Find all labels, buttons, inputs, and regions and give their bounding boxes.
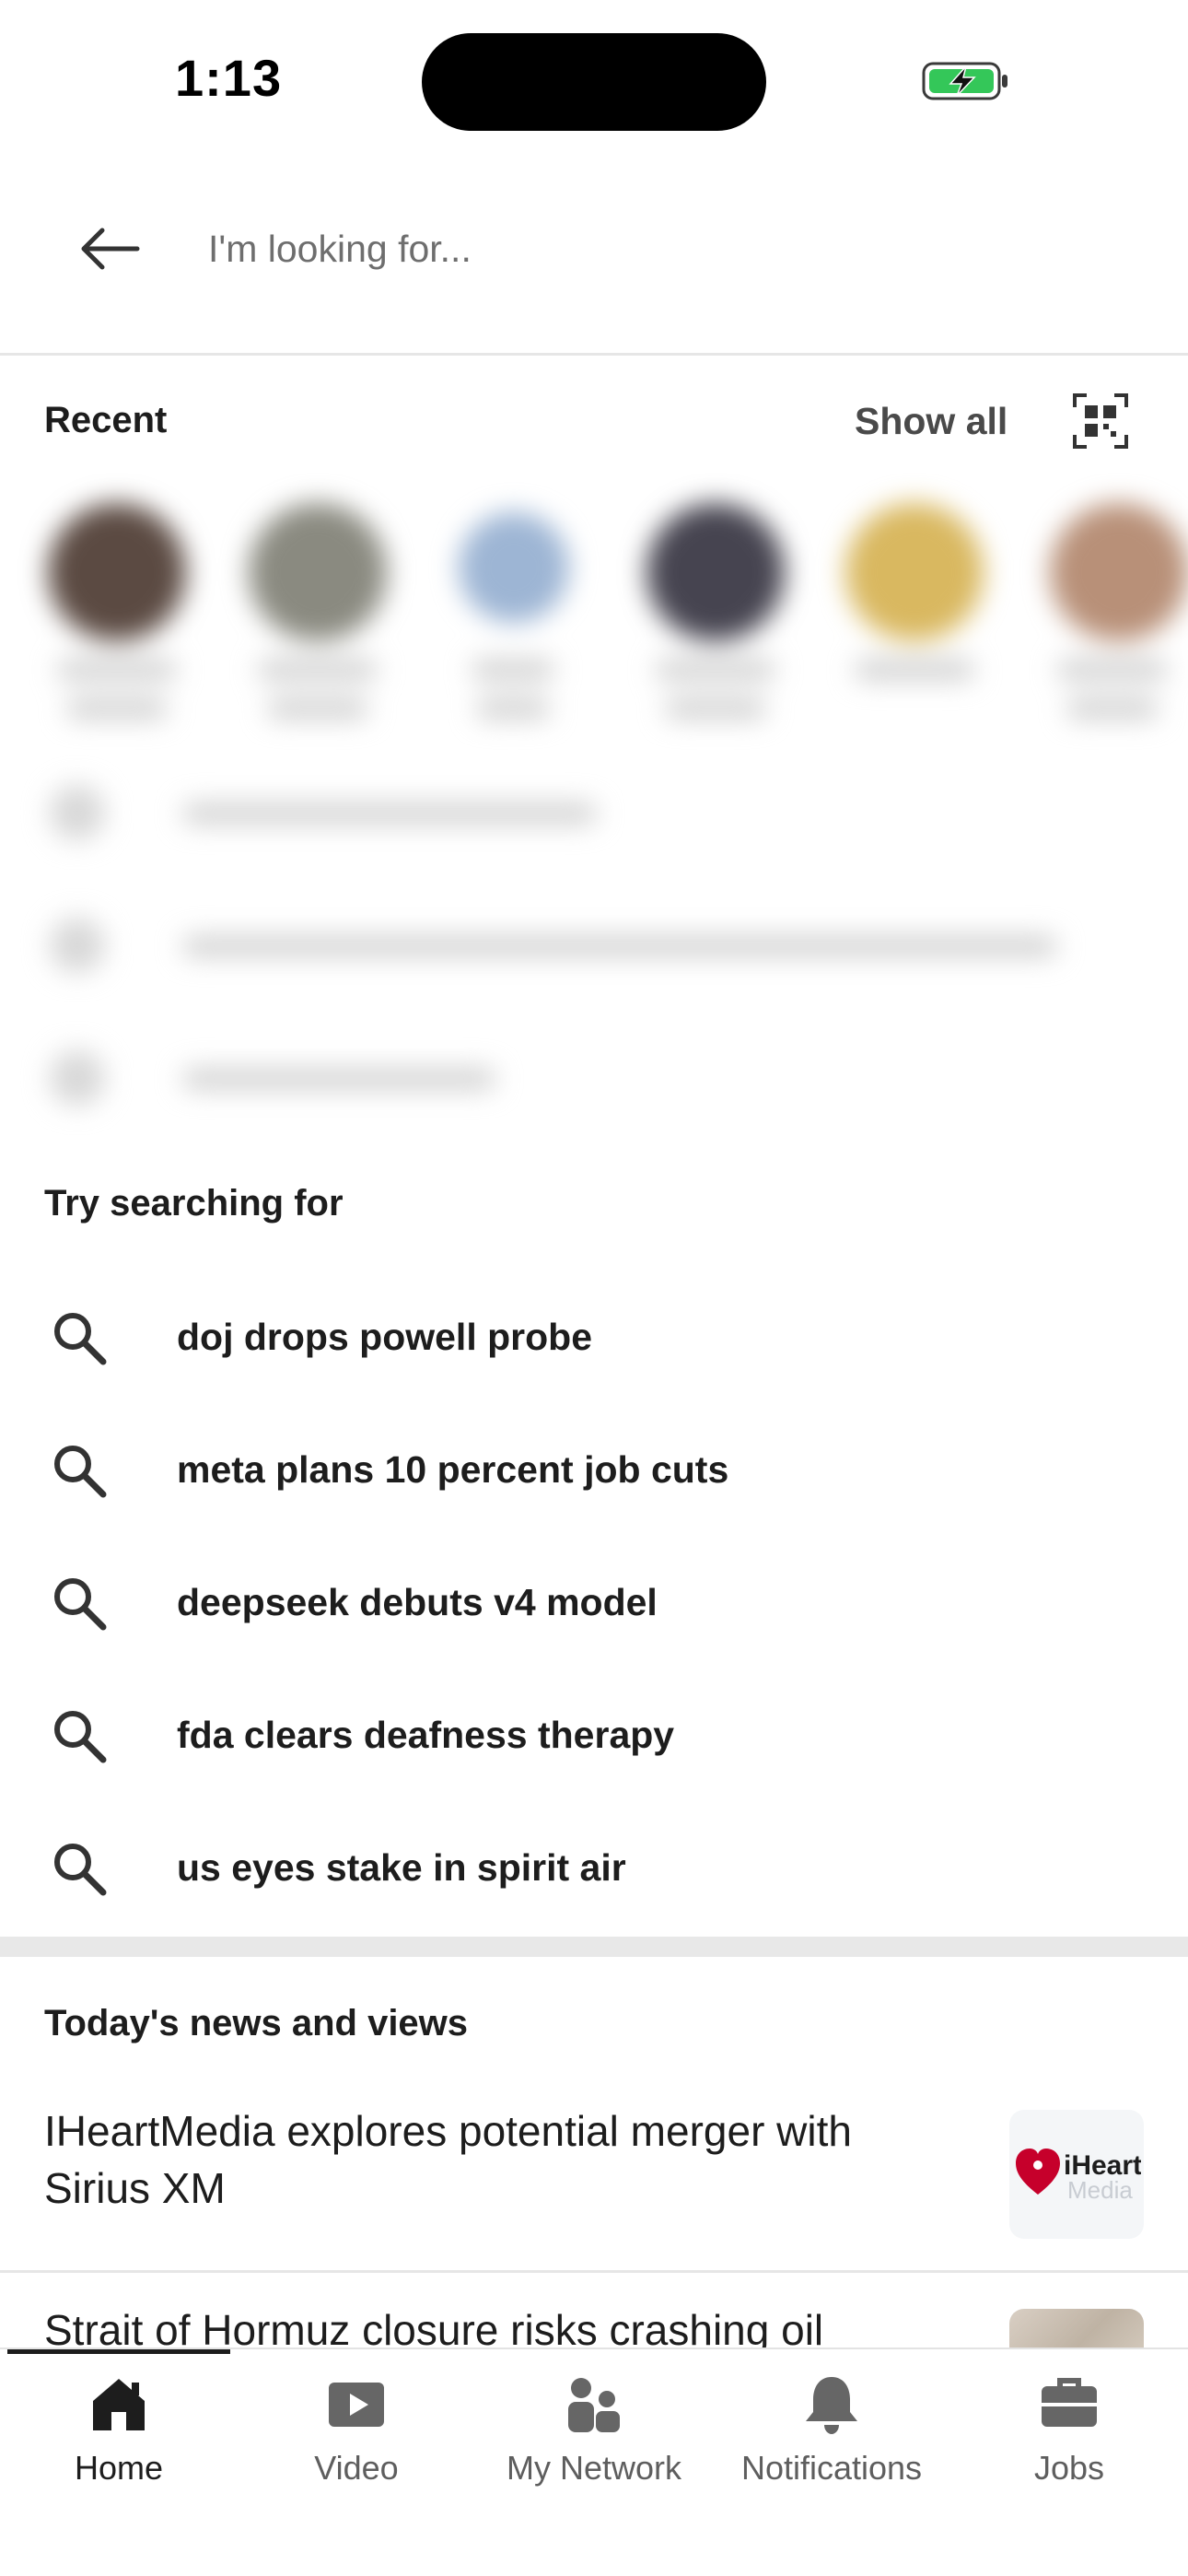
nav-item-video[interactable]: Video (238, 2349, 475, 2534)
status-time: 1:13 (175, 49, 283, 107)
suggestion-label: fda clears deafness therapy (177, 1714, 675, 1756)
nav-label: Notifications (740, 2449, 923, 2487)
news-separator (0, 2270, 1188, 2273)
dynamic-island (422, 33, 766, 131)
search-icon (54, 1446, 107, 1498)
section-divider (0, 1937, 1188, 1957)
recent-items-blurred (11, 457, 1188, 1139)
battery-charging-icon (922, 62, 1007, 100)
search-icon (54, 1578, 107, 1631)
recent-header: Recent Show all (44, 393, 1144, 451)
back-arrow-icon[interactable] (72, 212, 146, 286)
search-header (0, 175, 1188, 356)
nav-label: My Network (506, 2449, 682, 2487)
suggestion-item[interactable]: doj drops powell probe (0, 1273, 1188, 1406)
recent-avatar (459, 512, 569, 623)
suggestion-item[interactable]: us eyes stake in spirit air (0, 1804, 1188, 1937)
nav-label: Video (314, 2449, 399, 2487)
try-searching-title: Try searching for (44, 1183, 344, 1224)
suggestion-list: doj drops powell probe meta plans 10 per… (0, 1273, 1188, 1937)
news-item[interactable]: IHeartMedia explores potential merger wi… (44, 2102, 1144, 2250)
suggestion-label: deepseek debuts v4 model (177, 1581, 658, 1623)
search-icon (54, 1313, 107, 1365)
video-icon (329, 2383, 384, 2427)
news-thumbnail: iHeart Media (1009, 2110, 1144, 2239)
recent-avatar (48, 503, 186, 641)
suggestion-label: meta plans 10 percent job cuts (177, 1448, 729, 1491)
search-input[interactable] (208, 212, 1129, 286)
nav-label: Home (74, 2449, 164, 2487)
recent-avatar (249, 503, 387, 641)
show-all-button[interactable]: Show all (855, 400, 1007, 443)
qr-code-icon[interactable] (1072, 392, 1129, 450)
search-icon (54, 1844, 107, 1896)
briefcase-icon (1042, 2378, 1097, 2427)
bell-icon (806, 2377, 857, 2434)
nav-item-home[interactable]: Home (0, 2349, 238, 2534)
suggestion-label: us eyes stake in spirit air (177, 1846, 626, 1889)
nav-item-notifications[interactable]: Notifications (713, 2349, 950, 2534)
bottom-nav: Home Video My Network Notifications Jobs (0, 2348, 1188, 2576)
iheart-logo-subtext: Media (1067, 2176, 1133, 2204)
iheart-logo: iHeart Media (1016, 2149, 1141, 2204)
nav-label: Jobs (1033, 2449, 1105, 2487)
my-network-icon (568, 2378, 620, 2432)
suggestion-item[interactable]: fda clears deafness therapy (0, 1671, 1188, 1804)
news-section-title: Today's news and views (44, 2003, 469, 2043)
suggestion-item[interactable]: deepseek debuts v4 model (0, 1539, 1188, 1671)
recent-title: Recent (44, 400, 168, 440)
suggestion-label: doj drops powell probe (177, 1316, 592, 1358)
recent-avatar (646, 503, 785, 641)
recent-avatar (845, 503, 984, 641)
nav-item-jobs[interactable]: Jobs (950, 2349, 1188, 2534)
news-headline: IHeartMedia explores potential merger wi… (44, 2107, 852, 2212)
recent-avatar (1050, 503, 1188, 641)
nav-item-my-network[interactable]: My Network (475, 2349, 713, 2534)
search-icon (54, 1711, 107, 1763)
home-icon (93, 2379, 145, 2430)
status-bar: 1:13 (0, 0, 1188, 157)
suggestion-item[interactable]: meta plans 10 percent job cuts (0, 1406, 1188, 1539)
